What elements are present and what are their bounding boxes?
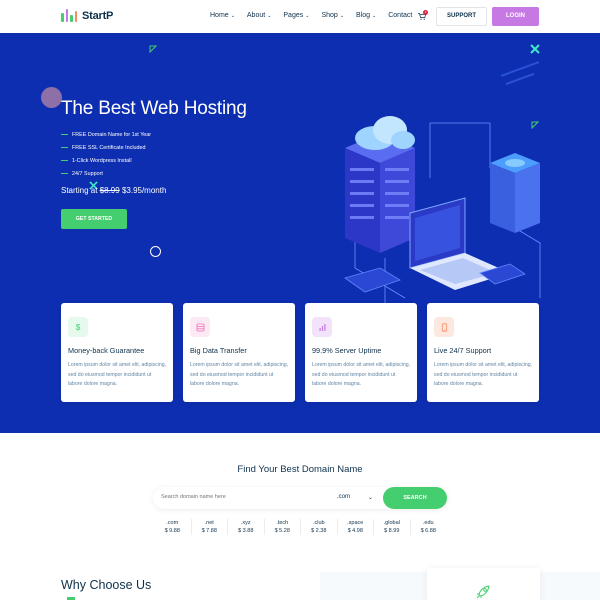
card-title: Money-back Guarantee bbox=[68, 346, 145, 355]
nav-item-shop[interactable]: Shop ⌄ bbox=[321, 12, 344, 19]
chevron-down-icon: ⌄ bbox=[305, 12, 310, 19]
feature-item: 24/7 Support bbox=[61, 167, 151, 180]
search-button[interactable]: SEARCH bbox=[383, 487, 447, 509]
hero-feature-list: FREE Domain Name for 1st Year FREE SSL C… bbox=[61, 128, 151, 180]
rocket-icon bbox=[476, 585, 490, 599]
brand-name: StartP bbox=[82, 9, 114, 22]
chevron-down-icon: ⌄ bbox=[339, 12, 345, 19]
cross-shape-icon bbox=[530, 44, 540, 54]
feature-cards: $ Money-back Guarantee Lorem ipsum dolor… bbox=[61, 303, 539, 402]
tld-select[interactable]: .com ⌄ bbox=[337, 494, 373, 501]
cart-count-badge: 1 bbox=[423, 10, 428, 15]
chart-icon bbox=[312, 317, 332, 337]
phone-icon bbox=[434, 317, 454, 337]
tld-price-item: .global $ 8.99 bbox=[373, 519, 410, 535]
card-text: Lorem ipsum dolor sit amet elit, adipisc… bbox=[434, 362, 533, 387]
domain-search-form: .com ⌄ SEARCH bbox=[153, 487, 447, 509]
chevron-down-icon: ⌄ bbox=[230, 12, 235, 19]
card-title: Live 24/7 Support bbox=[434, 346, 492, 355]
nav-item-pages[interactable]: Pages ⌄ bbox=[283, 12, 309, 19]
support-button[interactable]: SUPPORT bbox=[436, 7, 487, 26]
tld-price-item: .net $ 7.88 bbox=[190, 519, 228, 535]
tld-price-item: .tech $ 5.28 bbox=[263, 519, 301, 535]
dash-icon bbox=[61, 173, 68, 174]
tld-price-item: .xyz $ 3.88 bbox=[227, 519, 264, 535]
dash-icon bbox=[61, 147, 68, 148]
card-text: Lorem ipsum dolor sit amet elit, adipisc… bbox=[190, 362, 289, 387]
main-nav: Home ⌄ About ⌄ Pages ⌄ Shop ⌄ Blog ⌄ Contact bbox=[210, 12, 412, 19]
get-started-button[interactable]: GET STARTED bbox=[61, 209, 127, 229]
why-feature-card bbox=[427, 568, 540, 600]
chevron-down-icon: ⌄ bbox=[368, 495, 374, 501]
card-title: Big Data Transfer bbox=[190, 346, 247, 355]
nav-item-blog[interactable]: Blog ⌄ bbox=[356, 12, 376, 19]
card-text: Lorem ipsum dolor sit amet elit, adipisc… bbox=[68, 362, 167, 387]
tld-price-list: .com $ 9.88 .net $ 7.88 .xyz $ 3.88 .tech $ … bbox=[154, 519, 446, 535]
card-text: Lorem ipsum dolor sit amet elit, adipisc… bbox=[312, 362, 411, 387]
feature-item: FREE SSL Certificate Included bbox=[61, 141, 151, 154]
dash-icon bbox=[61, 134, 68, 135]
old-price: $8.99 bbox=[99, 186, 120, 195]
tld-price-item: .com $ 9.88 bbox=[164, 520, 180, 534]
navbar: StartP Home ⌄ About ⌄ Pages ⌄ Shop ⌄ Blog ⌄ C… bbox=[0, 0, 600, 33]
logo-bars-icon bbox=[61, 9, 77, 22]
tld-price-item: .edu $ 6.88 bbox=[409, 519, 447, 535]
why-choose-us-title: Why Choose Us bbox=[61, 578, 152, 592]
hero-title: The Best Web Hosting bbox=[61, 98, 247, 119]
nav-item-about[interactable]: About ⌄ bbox=[247, 12, 272, 19]
domain-search-input[interactable] bbox=[161, 494, 311, 500]
starting-price: Starting at $8.99 $3.95/month bbox=[61, 186, 167, 195]
brand-logo[interactable]: StartP bbox=[61, 9, 113, 22]
nav-item-contact[interactable]: Contact bbox=[388, 12, 412, 19]
triangle-shape-icon bbox=[149, 45, 157, 53]
feature-card-uptime[interactable]: 99.9% Server Uptime Lorem ipsum dolor si… bbox=[305, 303, 417, 402]
decorative-ring bbox=[150, 246, 161, 257]
dash-icon bbox=[61, 160, 68, 161]
new-price: $3.95/month bbox=[119, 186, 167, 195]
feature-card-support[interactable]: Live 24/7 Support Lorem ipsum dolor sit … bbox=[427, 303, 539, 402]
chevron-down-icon: ⌄ bbox=[372, 12, 377, 19]
feature-card-big-data[interactable]: Big Data Transfer Lorem ipsum dolor sit … bbox=[183, 303, 295, 402]
tld-price-item: .club $ 2.38 bbox=[300, 519, 337, 535]
domain-section-title: Find Your Best Domain Name bbox=[237, 464, 363, 475]
feature-item: FREE Domain Name for 1st Year bbox=[61, 128, 151, 141]
feature-item: 1-Click Wordpress Install bbox=[61, 154, 151, 167]
dollar-icon: $ bbox=[68, 317, 88, 337]
nav-item-home[interactable]: Home ⌄ bbox=[210, 12, 235, 19]
feature-card-money-back[interactable]: $ Money-back Guarantee Lorem ipsum dolor… bbox=[61, 303, 173, 402]
decorative-circle bbox=[41, 87, 62, 108]
server-icon bbox=[190, 317, 210, 337]
login-button[interactable]: LOGIN bbox=[492, 7, 539, 26]
server-cloud-illustration bbox=[344, 116, 541, 303]
tld-price-item: .space $ 4.98 bbox=[336, 519, 374, 535]
chevron-down-icon: ⌄ bbox=[267, 12, 272, 19]
card-title: 99.9% Server Uptime bbox=[312, 346, 382, 355]
